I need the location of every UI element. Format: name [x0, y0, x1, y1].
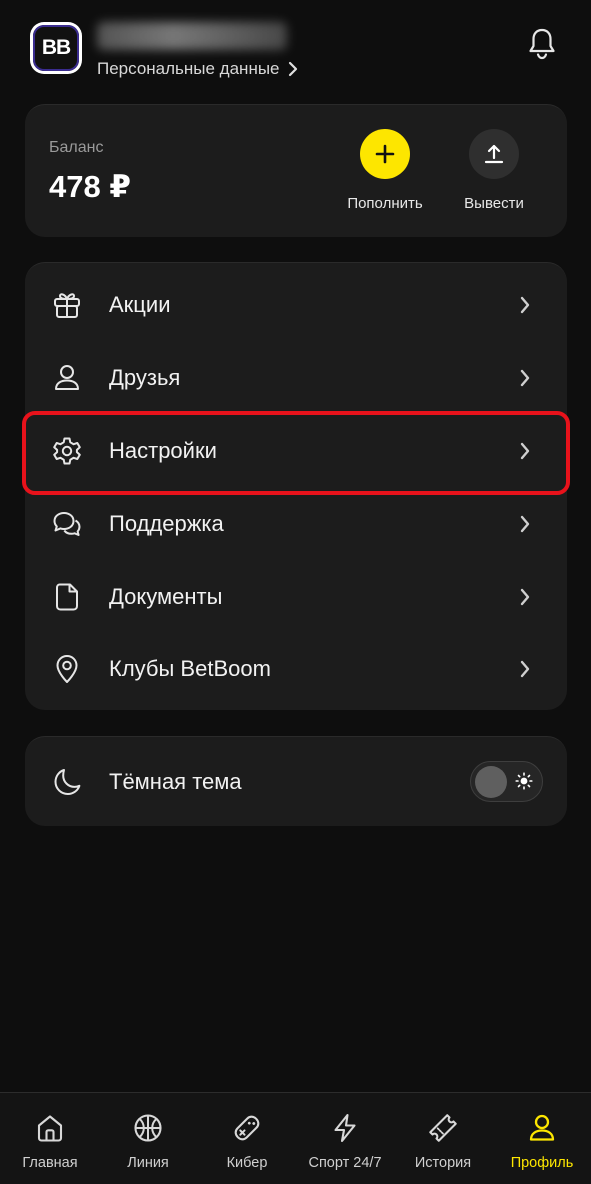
menu-item-label: Друзья [109, 365, 181, 390]
chevron-right-icon [515, 368, 535, 388]
menu-item-support[interactable]: Поддержка [25, 488, 567, 560]
withdraw-circle[interactable] [469, 129, 519, 179]
personal-data-link[interactable]: Персональные данные [97, 58, 298, 80]
location-pin-icon [51, 653, 83, 685]
chevron-right-icon [515, 659, 535, 679]
menu-item-settings[interactable]: Настройки [25, 415, 567, 487]
withdraw-button[interactable]: Вывести [446, 129, 542, 212]
username-blurred [97, 22, 287, 50]
dark-theme-toggle[interactable] [470, 761, 543, 802]
theme-card: Тёмная тема [25, 736, 567, 826]
lightning-icon [328, 1111, 362, 1145]
gift-icon [51, 289, 83, 321]
nav-item-profile[interactable]: Профиль [500, 1093, 584, 1184]
moon-icon [51, 766, 83, 798]
balance-card: Баланс 478 ₽ Пополнить Вывести [25, 104, 567, 237]
chevron-right-icon [515, 441, 535, 461]
bell-icon [529, 28, 555, 60]
nav-label: Профиль [510, 1155, 574, 1171]
balance-value: 478 ₽ [49, 169, 131, 204]
nav-item-history[interactable]: История [403, 1093, 483, 1184]
nav-label: Линия [127, 1155, 169, 1171]
betboom-logo: BB [30, 22, 82, 74]
gamepad-icon [230, 1111, 264, 1145]
nav-item-home[interactable]: Главная [11, 1093, 89, 1184]
nav-label: Спорт 24/7 [308, 1155, 382, 1171]
menu-item-documents[interactable]: Документы [25, 561, 567, 633]
sun-icon [515, 772, 533, 790]
menu-item-label: Настройки [109, 438, 217, 463]
menu-item-label: Документы [109, 584, 223, 609]
menu-item-clubs[interactable]: Клубы BetBoom [25, 633, 567, 705]
menu-item-promotions[interactable]: Акции [25, 269, 567, 341]
dark-theme-label: Тёмная тема [109, 769, 242, 794]
chevron-right-icon [288, 61, 297, 77]
profile-header: BB Персональные данные [0, 0, 591, 100]
profile-icon [525, 1111, 559, 1145]
chevron-right-icon [515, 514, 535, 534]
nav-label: Главная [22, 1155, 78, 1171]
personal-data-label: Персональные данные [97, 59, 280, 78]
chat-bubbles-icon [51, 508, 83, 540]
home-icon [33, 1111, 67, 1145]
chevron-right-icon [515, 587, 535, 607]
nav-item-line[interactable]: Линия [108, 1093, 188, 1184]
chevron-right-icon [515, 295, 535, 315]
upload-icon [484, 144, 504, 164]
nav-label: История [414, 1155, 472, 1171]
toggle-knob [475, 765, 507, 798]
nav-label: Кибер [226, 1155, 268, 1171]
menu-item-label: Акции [109, 292, 171, 317]
withdraw-label: Вывести [464, 195, 524, 212]
profile-menu: Акции Друзья Настройки Поддержка Докумен… [25, 262, 567, 710]
menu-item-label: Клубы BetBoom [109, 656, 271, 681]
nav-item-cyber[interactable]: Кибер [207, 1093, 287, 1184]
plus-icon [375, 144, 395, 164]
gear-icon [51, 435, 83, 467]
bottom-navigation: Главная Линия Кибер Спорт 24/7 История П… [0, 1092, 591, 1184]
logo-text: BB [33, 25, 79, 71]
menu-item-friends[interactable]: Друзья [25, 342, 567, 414]
topup-button[interactable]: Пополнить [337, 129, 433, 212]
user-icon [51, 362, 83, 394]
topup-circle[interactable] [360, 129, 410, 179]
menu-item-label: Поддержка [109, 511, 224, 536]
balance-label: Баланс [49, 139, 104, 156]
basketball-icon [131, 1111, 165, 1145]
document-icon [51, 581, 83, 613]
notifications-button[interactable] [524, 25, 560, 61]
topup-label: Пополнить [347, 195, 423, 212]
nav-item-sport247[interactable]: Спорт 24/7 [300, 1093, 390, 1184]
ticket-icon [426, 1111, 460, 1145]
